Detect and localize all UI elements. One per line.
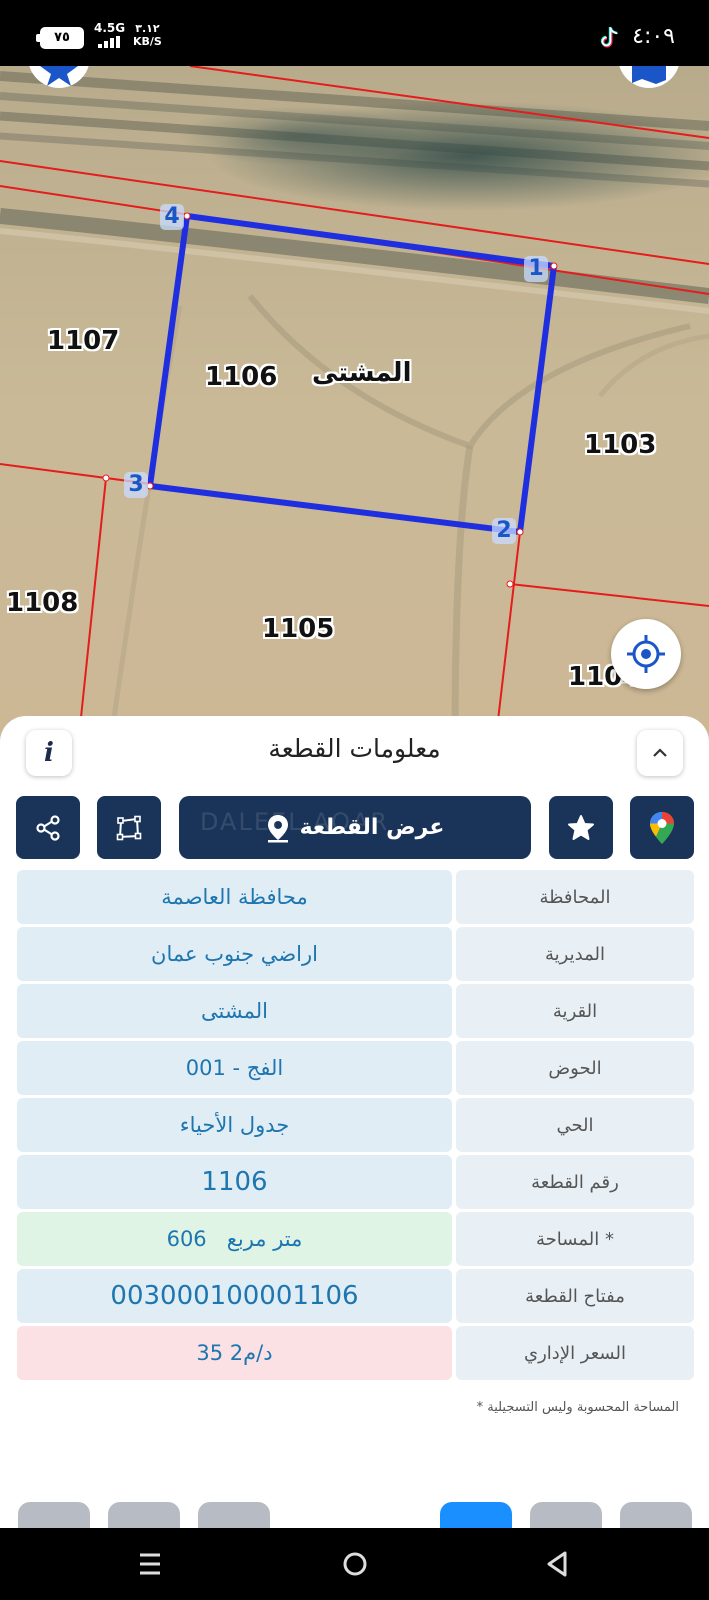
basin-value: الفج - 001 [17, 1041, 452, 1095]
row-admin-price: 35 د/م2 السعر الإداري [17, 1326, 694, 1380]
draw-polygon-button[interactable] [97, 796, 161, 859]
admin-price-value: 35 د/م2 [17, 1326, 452, 1380]
back-triangle-icon[interactable] [538, 1546, 578, 1582]
area-value: 606 متر مربع [17, 1212, 452, 1266]
parcel-key-label: مفتاح القطعة [456, 1269, 694, 1323]
village-label: القرية [456, 984, 694, 1038]
share-icon [36, 814, 60, 841]
row-neighborhood: جدول الأحياء الحي [17, 1098, 694, 1152]
network-type: 4.5G [94, 21, 126, 35]
google-maps-icon [650, 811, 674, 844]
map-view[interactable]: 1107 1106 المشتى 1103 1108 1105 1104 1 2… [0, 66, 709, 746]
favorite-star-icon [568, 814, 594, 840]
view-parcel-button[interactable]: عرض القطعة [179, 796, 531, 859]
star-icon [40, 66, 78, 86]
governorate-value: محافظة العاصمة [17, 870, 452, 924]
village-value: المشتى [17, 984, 452, 1038]
battery-indicator: ٧٥ [36, 27, 84, 49]
bottom-tab-bar [0, 1490, 709, 1532]
parcel-number-value: 1106 [17, 1155, 452, 1209]
directorate-label: المديرية [456, 927, 694, 981]
corner-marker-3: 3 [124, 472, 148, 498]
star-fab[interactable] [28, 66, 90, 88]
parcel-label-1105[interactable]: 1105 [262, 614, 334, 644]
parcel-label-1108[interactable]: 1108 [6, 588, 78, 618]
parcel-label-1106[interactable]: 1106 [205, 362, 277, 392]
chevron-up-icon [653, 748, 667, 757]
village-label: المشتى [312, 358, 412, 388]
row-governorate: محافظة العاصمة المحافظة [17, 870, 694, 924]
row-basin: الفج - 001 الحوض [17, 1041, 694, 1095]
system-nav-bar [0, 1528, 709, 1600]
menu-icon[interactable] [130, 1546, 170, 1582]
directorate-value: اراضي جنوب عمان [17, 927, 452, 981]
admin-price-label: السعر الإداري [456, 1326, 694, 1380]
status-bar: ٧٥ 4.5G ٣.١٢ KB/S ٤:٠٩ [0, 0, 709, 66]
map-icon [632, 66, 666, 84]
google-maps-button[interactable] [630, 796, 694, 859]
governorate-label: المحافظة [456, 870, 694, 924]
clock: ٤:٠٩ [632, 24, 675, 49]
locate-button[interactable] [611, 619, 681, 689]
tiktok-icon [600, 26, 618, 48]
parcel-number-label: رقم القطعة [456, 1155, 694, 1209]
corner-marker-1: 1 [524, 256, 548, 282]
neighborhood-label: الحي [456, 1098, 694, 1152]
speed-unit: KB/S [133, 35, 162, 48]
parcel-label-1107[interactable]: 1107 [47, 326, 119, 356]
speed-value: ٣.١٢ [135, 22, 160, 35]
signal-icon [98, 36, 122, 48]
parcel-label-1103[interactable]: 1103 [584, 430, 656, 460]
area-footnote: * المساحة المحسوبة وليس التسجيلية [476, 1400, 679, 1415]
polygon-icon [116, 815, 142, 840]
parcel-info-sheet: i معلومات القطعة عرض القطعة DA [0, 716, 709, 1516]
parcel-info-table: محافظة العاصمة المحافظة اراضي جنوب عمان … [17, 870, 694, 1383]
share-button[interactable] [16, 796, 80, 859]
row-directorate: اراضي جنوب عمان المديرية [17, 927, 694, 981]
neighborhood-value: جدول الأحياء [17, 1098, 452, 1152]
view-parcel-label: عرض القطعة [299, 815, 445, 840]
parcel-key-value: 003000100001106 [17, 1269, 452, 1323]
collapse-button[interactable] [637, 730, 683, 776]
satellite-map[interactable] [0, 66, 709, 746]
row-village: المشتى القرية [17, 984, 694, 1038]
row-area: 606 متر مربع المساحة * [17, 1212, 694, 1266]
corner-marker-4: 4 [160, 204, 184, 230]
area-label: المساحة * [456, 1212, 694, 1266]
basin-label: الحوض [456, 1041, 694, 1095]
map-layers-fab[interactable] [618, 66, 680, 88]
locate-icon [627, 635, 665, 673]
home-circle-icon[interactable] [335, 1546, 375, 1582]
location-pin-icon [267, 814, 288, 842]
favorite-button[interactable] [549, 796, 613, 859]
row-parcel-key: 003000100001106 مفتاح القطعة [17, 1269, 694, 1323]
corner-marker-2: 2 [492, 518, 516, 544]
network-speed: ٣.١٢ KB/S [133, 22, 162, 48]
sheet-title: معلومات القطعة [268, 734, 441, 763]
row-parcel-number: 1106 رقم القطعة [17, 1155, 694, 1209]
